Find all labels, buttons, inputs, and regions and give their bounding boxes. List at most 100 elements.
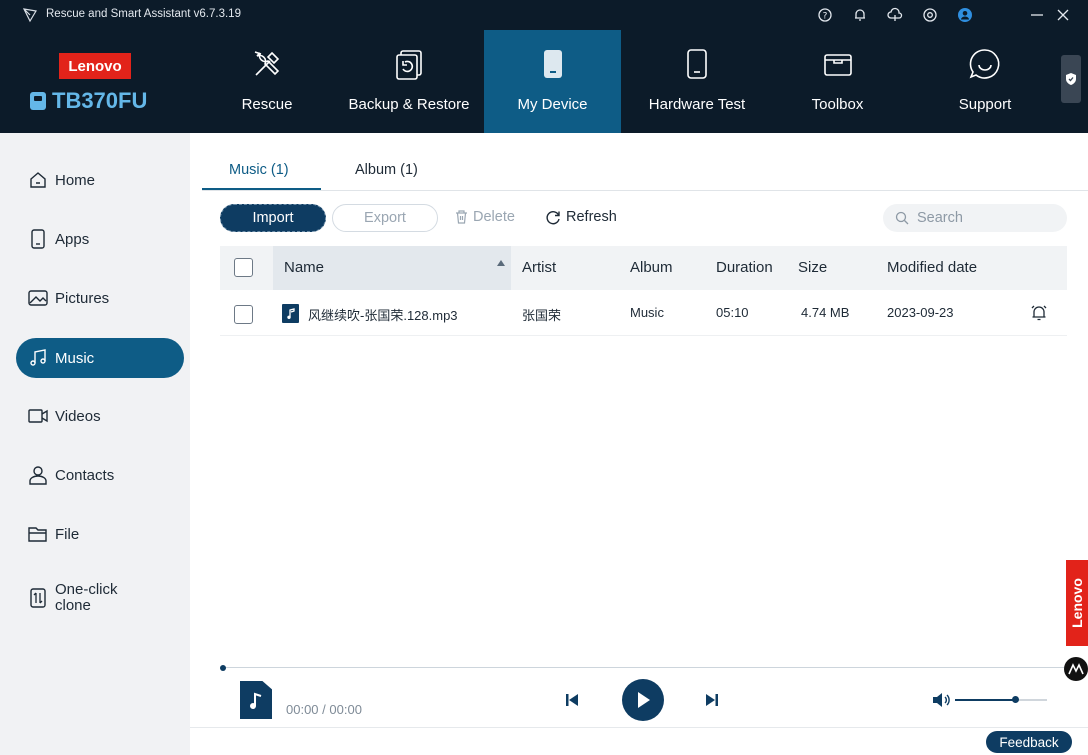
sidebar-item-label: Music bbox=[55, 349, 95, 367]
sidebar-item-contacts[interactable]: Contacts bbox=[16, 455, 184, 495]
sidebar-item-one-click-clone[interactable]: One-click clone bbox=[16, 576, 184, 620]
delete-button[interactable]: Delete bbox=[455, 209, 515, 225]
sidebar-item-pictures[interactable]: Pictures bbox=[16, 278, 184, 318]
sidebar-item-label: Pictures bbox=[55, 289, 110, 307]
current-time: 00:00 bbox=[286, 702, 319, 717]
column-header-modified-date[interactable]: Modified date bbox=[887, 259, 977, 276]
cell-duration: 05:10 bbox=[716, 305, 749, 320]
tools-icon bbox=[247, 44, 287, 84]
title-bar: Rescue and Smart Assistant v6.7.3.19 ? bbox=[0, 0, 1088, 30]
nav-label: Rescue bbox=[241, 96, 293, 113]
music-file-icon bbox=[282, 304, 299, 323]
picture-icon bbox=[28, 288, 48, 308]
video-icon bbox=[28, 406, 48, 426]
column-header-size[interactable]: Size bbox=[798, 259, 827, 276]
home-icon bbox=[28, 170, 48, 190]
select-all-checkbox[interactable] bbox=[234, 258, 253, 277]
minimize-icon[interactable] bbox=[1028, 6, 1046, 24]
delete-label: Delete bbox=[473, 209, 515, 225]
contact-icon bbox=[28, 465, 48, 485]
search-input[interactable]: Search bbox=[883, 204, 1067, 232]
play-icon bbox=[638, 692, 650, 708]
help-icon[interactable]: ? bbox=[816, 6, 834, 24]
refresh-button[interactable]: Refresh bbox=[546, 209, 617, 225]
playback-progress-track[interactable] bbox=[222, 667, 1074, 668]
settings-icon[interactable] bbox=[921, 6, 939, 24]
time-separator: / bbox=[322, 702, 326, 717]
nav-my-device[interactable]: My Device bbox=[484, 30, 621, 133]
device-name: TB370FU bbox=[30, 88, 147, 114]
playback-progress-handle[interactable] bbox=[220, 665, 226, 671]
nav-label: Toolbox bbox=[811, 96, 864, 113]
lenovo-side-badge: Lenovo bbox=[1066, 560, 1088, 646]
sidebar: Home Apps Pictures Music Videos Contacts… bbox=[0, 133, 190, 755]
svg-text:?: ? bbox=[823, 12, 828, 22]
motorola-logo-icon bbox=[1064, 657, 1088, 681]
import-button[interactable]: Import bbox=[220, 204, 326, 232]
window-title: Rescue and Smart Assistant v6.7.3.19 bbox=[46, 8, 241, 20]
next-track-button[interactable] bbox=[702, 690, 722, 710]
column-header-duration[interactable]: Duration bbox=[716, 259, 773, 276]
tab-album[interactable]: Album (1) bbox=[355, 162, 418, 178]
cloud-icon[interactable] bbox=[886, 6, 904, 24]
sidebar-item-videos[interactable]: Videos bbox=[16, 396, 184, 436]
sidebar-item-label: Home bbox=[55, 171, 96, 189]
table-row[interactable]: 风继续吹-张国荣.128.mp3 张国荣 Music 05:10 4.74 MB… bbox=[220, 292, 1067, 336]
app-logo-icon bbox=[22, 8, 37, 23]
column-header-name[interactable]: Name bbox=[284, 259, 324, 276]
trash-icon bbox=[456, 210, 467, 224]
nav-toolbox[interactable]: Toolbox bbox=[790, 30, 885, 133]
total-time: 00:00 bbox=[329, 702, 362, 717]
now-playing-art bbox=[240, 681, 272, 719]
sidebar-item-apps[interactable]: Apps bbox=[16, 219, 184, 259]
next-icon bbox=[706, 694, 718, 706]
app-window: Rescue and Smart Assistant v6.7.3.19 ? L… bbox=[0, 0, 1088, 755]
table-header: Name Artist Album Duration Size Modified… bbox=[220, 246, 1067, 290]
column-header-album[interactable]: Album bbox=[630, 259, 673, 276]
nav-rescue[interactable]: Rescue bbox=[212, 30, 322, 133]
content-tabs: Music (1) Album (1) bbox=[202, 158, 1088, 191]
clone-label-line1: One-click bbox=[55, 581, 118, 598]
volume-slider-fill bbox=[955, 699, 1015, 701]
previous-track-button[interactable] bbox=[562, 690, 582, 710]
set-ringtone-icon[interactable] bbox=[1030, 304, 1048, 327]
cell-artist: 张国荣 bbox=[522, 308, 562, 323]
cell-size: 4.74 MB bbox=[801, 305, 850, 320]
volume-icon[interactable] bbox=[931, 691, 953, 709]
active-tab-indicator bbox=[202, 188, 321, 190]
nav-label: Hardware Test bbox=[648, 96, 746, 113]
sidebar-item-label: Videos bbox=[55, 407, 101, 425]
security-shield-button[interactable] bbox=[1061, 55, 1081, 103]
cell-modified-date: 2023-09-23 bbox=[887, 305, 954, 320]
column-header-artist[interactable]: Artist bbox=[522, 259, 556, 276]
cell-album: Music bbox=[630, 305, 664, 320]
nav-label: Backup & Restore bbox=[348, 96, 470, 113]
feedback-button[interactable]: Feedback bbox=[986, 731, 1072, 753]
lenovo-side-label: Lenovo bbox=[1069, 578, 1085, 628]
sidebar-item-music[interactable]: Music bbox=[16, 338, 184, 378]
nav-backup-restore[interactable]: Backup & Restore bbox=[336, 30, 482, 133]
previous-icon bbox=[566, 694, 578, 706]
footer-divider bbox=[190, 727, 1088, 728]
backup-icon bbox=[389, 44, 429, 84]
apps-icon bbox=[28, 229, 48, 249]
nav-hardware-test[interactable]: Hardware Test bbox=[632, 30, 762, 133]
play-button[interactable] bbox=[622, 679, 664, 721]
sidebar-item-file[interactable]: File bbox=[16, 514, 184, 554]
bell-icon[interactable] bbox=[851, 6, 869, 24]
playback-time: 00:00 / 00:00 bbox=[286, 702, 362, 717]
tab-music[interactable]: Music (1) bbox=[229, 162, 289, 178]
cell-name: 风继续吹-张国荣.128.mp3 bbox=[308, 308, 458, 323]
sidebar-item-home[interactable]: Home bbox=[16, 160, 184, 200]
close-icon[interactable] bbox=[1054, 6, 1072, 24]
sidebar-item-label: Contacts bbox=[55, 466, 115, 484]
shield-icon bbox=[1066, 73, 1076, 85]
music-icon bbox=[28, 348, 48, 368]
clone-icon bbox=[28, 588, 48, 608]
row-checkbox[interactable] bbox=[234, 305, 253, 324]
export-button[interactable]: Export bbox=[332, 204, 438, 232]
volume-slider-handle[interactable] bbox=[1011, 696, 1019, 703]
nav-support[interactable]: Support bbox=[935, 30, 1035, 133]
nav-label: Support bbox=[958, 96, 1012, 113]
user-icon[interactable] bbox=[956, 6, 974, 24]
